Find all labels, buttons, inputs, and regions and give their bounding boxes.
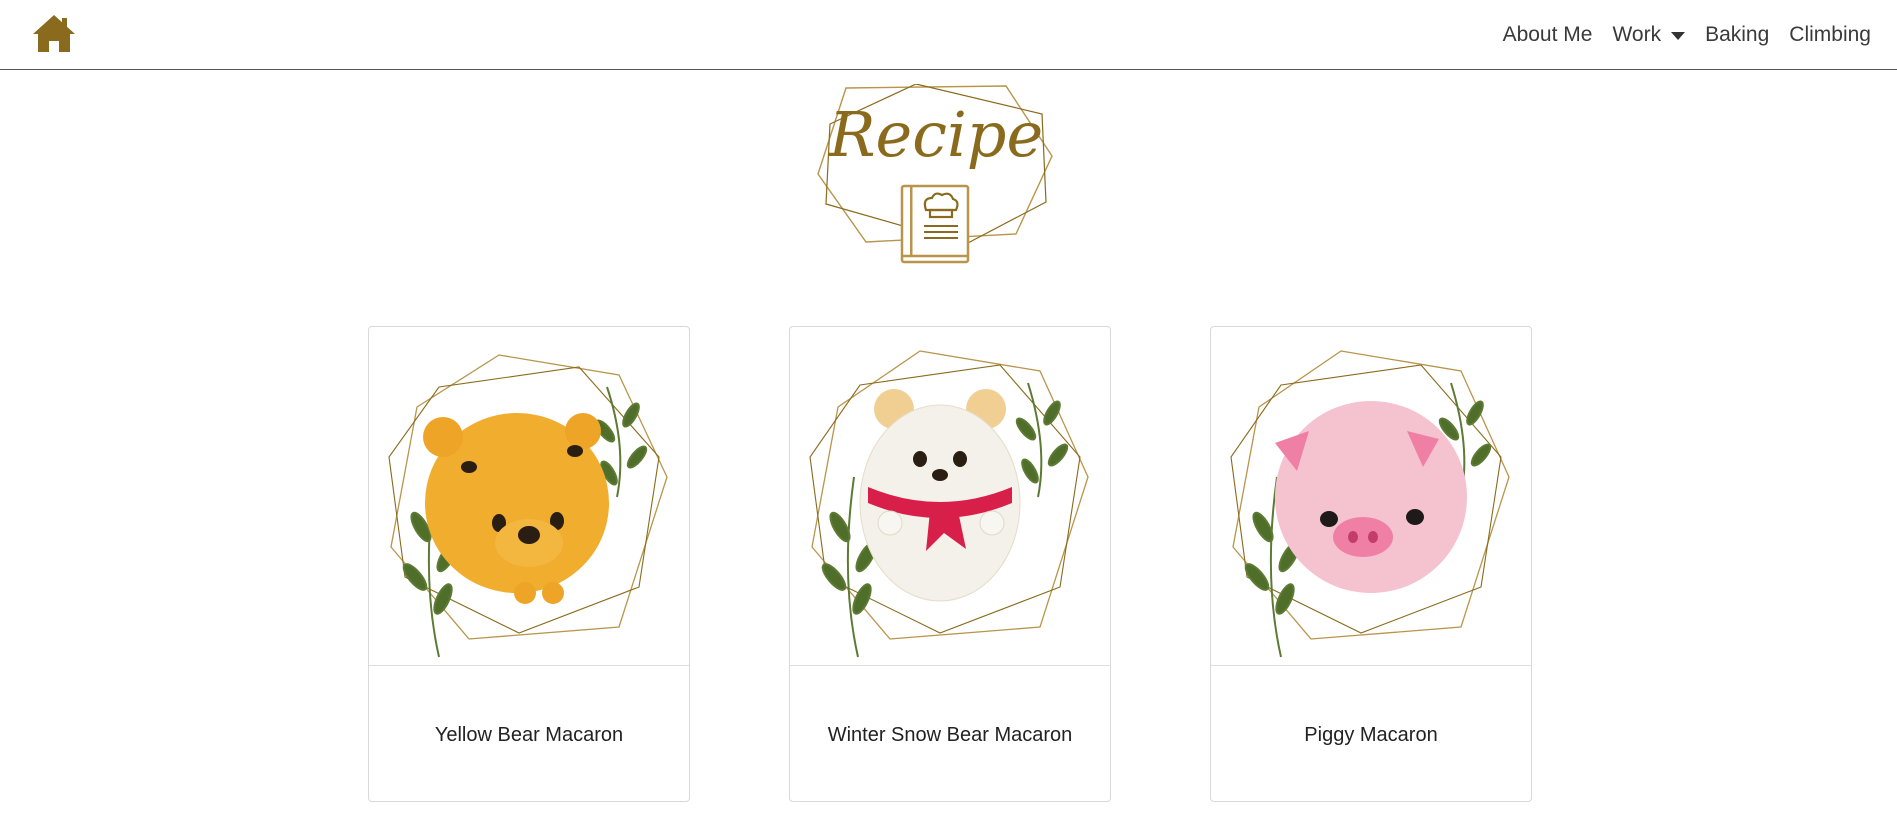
recipe-card-piggy[interactable]: Piggy Macaron <box>1210 326 1532 802</box>
nav-work-dropdown[interactable]: Work <box>1612 23 1686 47</box>
nav-about-me[interactable]: About Me <box>1503 23 1593 47</box>
recipe-card-winter-snow-bear[interactable]: Winter Snow Bear Macaron <box>789 326 1111 802</box>
winter-snow-bear-macaron-image <box>809 350 1089 658</box>
card-image <box>1211 327 1531 666</box>
nav-baking[interactable]: Baking <box>1705 23 1769 47</box>
chef-book-icon <box>900 184 970 264</box>
card-body: Piggy Macaron <box>1211 667 1531 801</box>
card-title[interactable]: Winter Snow Bear Macaron <box>790 724 1110 747</box>
card-image <box>369 327 689 666</box>
piggy-macaron-image <box>1230 350 1510 658</box>
nav-climbing[interactable]: Climbing <box>1789 23 1871 47</box>
recipe-card-yellow-bear[interactable]: Yellow Bear Macaron <box>368 326 690 802</box>
caret-down-icon <box>1671 32 1686 40</box>
card-body: Winter Snow Bear Macaron <box>790 667 1110 801</box>
card-image <box>790 327 1110 666</box>
yellow-bear-macaron-image <box>388 354 668 658</box>
card-body: Yellow Bear Macaron <box>369 667 689 801</box>
card-title[interactable]: Piggy Macaron <box>1211 724 1531 747</box>
nav-work-label: Work <box>1612 23 1662 46</box>
nav-about-me-label: About Me <box>1502 23 1593 46</box>
recipe-logo: Recipe <box>816 84 1056 268</box>
card-title[interactable]: Yellow Bear Macaron <box>369 724 689 747</box>
logo-title: Recipe <box>828 98 1044 171</box>
nav-baking-label: Baking <box>1705 23 1770 46</box>
home-link[interactable] <box>30 12 78 56</box>
nav-climbing-label: Climbing <box>1789 23 1871 46</box>
nav-menu: About Me Work Baking Climbing <box>1483 0 1871 70</box>
navbar: About Me Work Baking Climbing <box>0 0 1897 70</box>
home-icon <box>33 15 75 52</box>
